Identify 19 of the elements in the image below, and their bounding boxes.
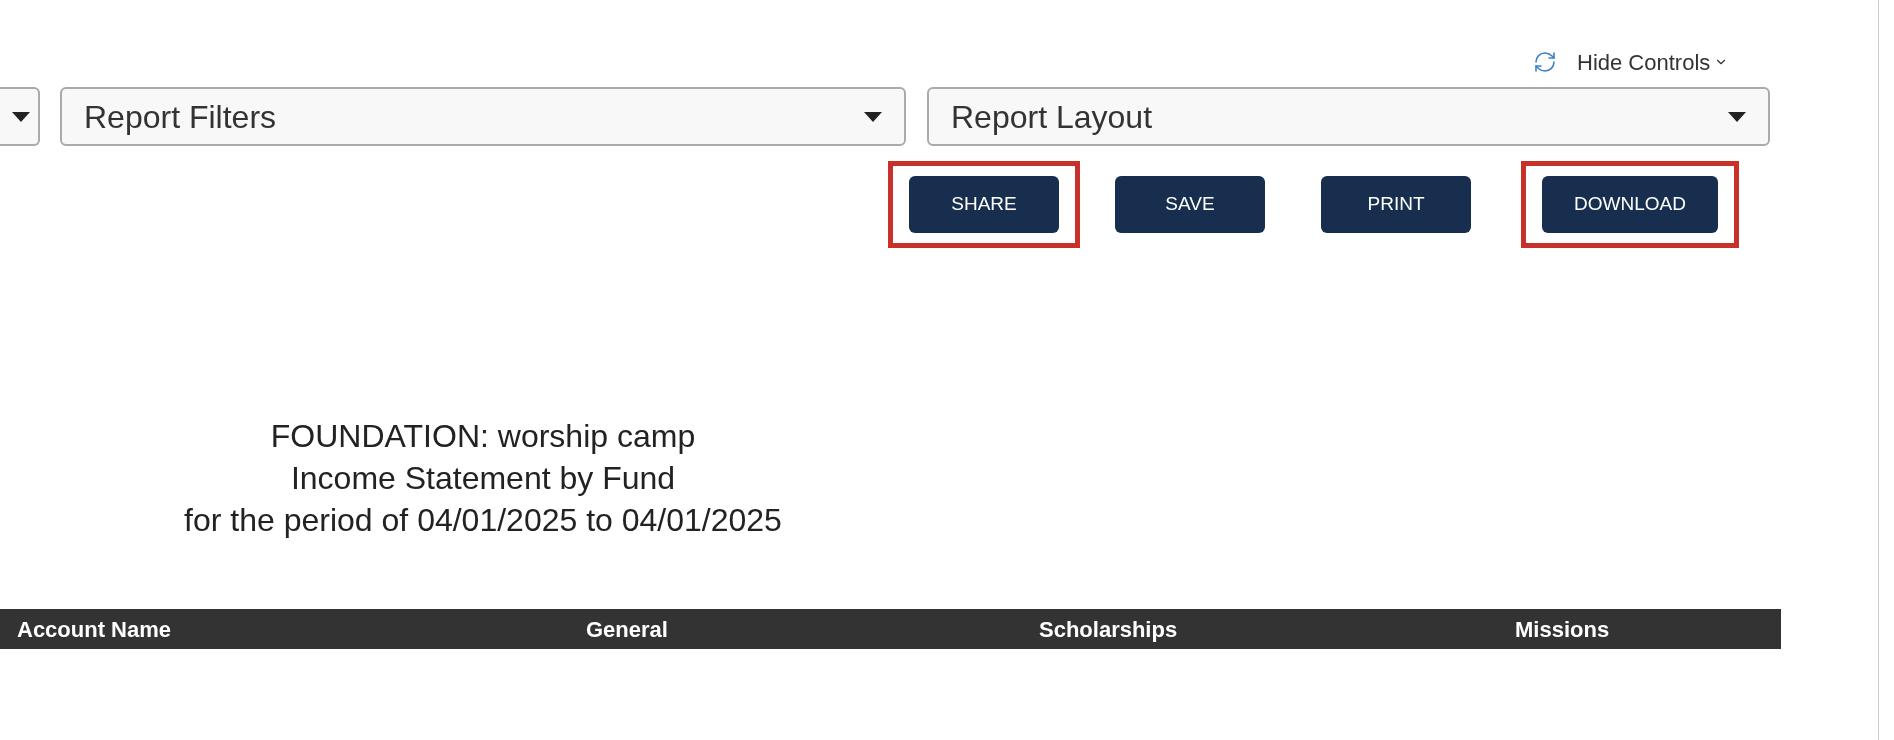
report-title-line: FOUNDATION: worship camp <box>270 417 696 456</box>
report-title-line: Income Statement by Fund <box>290 459 676 498</box>
column-header: Missions <box>1515 615 1611 644</box>
column-header: General <box>586 615 669 644</box>
refresh-icon[interactable] <box>1533 50 1557 74</box>
caret-icon <box>12 111 30 122</box>
action-button[interactable]: SAVE <box>1115 176 1265 233</box>
dropdown[interactable] <box>0 87 40 146</box>
action-button[interactable]: DOWNLOAD <box>1542 176 1718 233</box>
column-header: Account Name <box>16 615 173 644</box>
action-button[interactable]: PRINT <box>1321 176 1471 233</box>
caret-icon <box>1728 111 1746 122</box>
hide-controls-button[interactable]: Hide Controls <box>1577 45 1729 79</box>
action-button[interactable]: SHARE <box>909 176 1059 233</box>
column-header: Scholarships <box>1039 615 1179 644</box>
caret-icon <box>864 111 882 122</box>
dropdown[interactable]: Report Layout <box>927 87 1770 146</box>
report-title-line: for the period of 04/01/2025 to 04/01/2025 <box>184 501 782 540</box>
dropdown[interactable]: Report Filters <box>60 87 906 146</box>
